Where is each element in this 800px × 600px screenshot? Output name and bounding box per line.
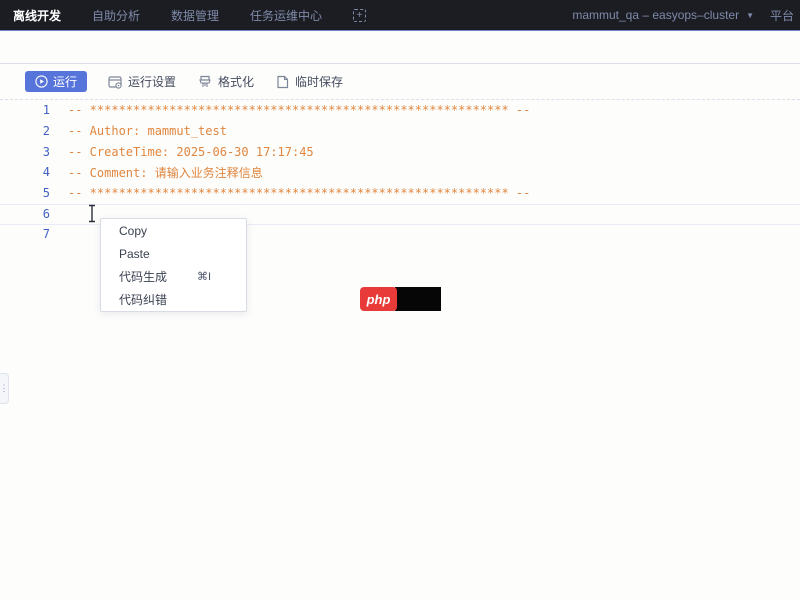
play-circle-icon — [35, 75, 48, 88]
nav-item-offline-dev[interactable]: 离线开发 — [13, 7, 61, 24]
format-label: 格式化 — [218, 73, 254, 90]
run-settings-button[interactable]: 运行设置 — [108, 73, 176, 90]
temp-save-button[interactable]: 临时保存 — [276, 73, 343, 90]
php-watermark: php — [360, 287, 441, 311]
nav-right-group: mammut_qa – easyops–cluster ▼ 平台 — [572, 7, 800, 24]
code-line-text: -- Comment: 请输入业务注释信息 — [68, 164, 263, 181]
nav-item-task-ops-center[interactable]: 任务运维中心 — [250, 7, 322, 24]
menu-item-label: Paste — [119, 247, 150, 261]
code-line-text: -- *************************************… — [68, 103, 530, 117]
menu-item-label: 代码纠错 — [119, 291, 167, 308]
menu-item-paste[interactable]: Paste — [101, 242, 246, 265]
temp-save-label: 临时保存 — [295, 73, 343, 90]
line-number: 3 — [0, 145, 50, 159]
menu-item-shortcut: ⌘I — [197, 270, 211, 283]
editor-toolbar: 运行 运行设置 格式化 临时保存 — [0, 63, 800, 100]
chevron-down-icon: ▼ — [746, 11, 754, 20]
line-number: 7 — [0, 227, 50, 241]
drag-dots-icon: ⋮ — [0, 384, 9, 393]
nav-item-self-analysis[interactable]: 自助分析 — [92, 7, 140, 24]
run-button-label: 运行 — [53, 73, 77, 90]
format-button[interactable]: 格式化 — [198, 73, 254, 90]
menu-item-code-generate[interactable]: 代码生成 ⌘I — [101, 265, 246, 288]
code-line[interactable]: 4 -- Comment: 请输入业务注释信息 — [0, 162, 800, 183]
code-line[interactable]: 1 -- ***********************************… — [0, 100, 800, 121]
sidebar-expand-handle[interactable]: ⋮ — [0, 373, 9, 404]
code-editor[interactable]: 1 -- ***********************************… — [0, 100, 800, 600]
line-number: 6 — [0, 207, 50, 221]
code-line-text: -- Author: mammut_test — [68, 124, 227, 138]
menu-item-copy[interactable]: Copy — [101, 219, 246, 242]
nav-item-data-management[interactable]: 数据管理 — [171, 7, 219, 24]
cluster-selector[interactable]: mammut_qa – easyops–cluster ▼ — [572, 8, 754, 22]
run-settings-icon — [108, 75, 122, 89]
line-number: 2 — [0, 124, 50, 138]
editor-context-menu: Copy Paste 代码生成 ⌘I 代码纠错 — [100, 218, 247, 312]
watermark-dark-block — [395, 287, 441, 311]
menu-item-code-fix[interactable]: 代码纠错 — [101, 288, 246, 311]
nav-item-platform[interactable]: 平台 — [770, 7, 800, 24]
code-line[interactable]: 2 -- Author: mammut_test — [0, 121, 800, 142]
menu-item-label: 代码生成 — [119, 268, 167, 285]
line-number: 5 — [0, 186, 50, 200]
code-line-text: -- *************************************… — [68, 186, 530, 200]
menu-item-label: Copy — [119, 224, 147, 238]
line-number: 1 — [0, 103, 50, 117]
code-line[interactable]: 5 -- ***********************************… — [0, 183, 800, 204]
cluster-selector-label: mammut_qa – easyops–cluster — [572, 8, 739, 22]
code-line-text: -- CreateTime: 2025-06-30 17:17:45 — [68, 145, 314, 159]
run-settings-label: 运行设置 — [128, 73, 176, 90]
run-button[interactable]: 运行 — [25, 71, 87, 92]
line-number: 4 — [0, 165, 50, 179]
code-line[interactable]: 3 -- CreateTime: 2025-06-30 17:17:45 — [0, 141, 800, 162]
apps-grid-icon[interactable]: + — [353, 9, 366, 22]
top-nav-bar: 离线开发 自助分析 数据管理 任务运维中心 + mammut_qa – easy… — [0, 0, 800, 31]
format-brush-icon — [198, 75, 212, 89]
php-logo-badge: php — [360, 287, 397, 311]
save-file-icon — [276, 75, 289, 89]
